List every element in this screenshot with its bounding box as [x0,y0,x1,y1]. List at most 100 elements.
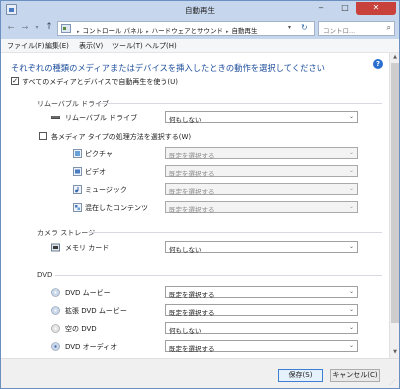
picture-icon [73,149,82,158]
dvd-audio-action-select[interactable]: 既定を選択する ⌄ [165,340,358,353]
chevron-down-icon: ⌄ [348,342,354,349]
scroll-down-arrow-icon[interactable]: ▼ [391,349,399,355]
blank-dvd-label: 空の DVD [65,325,97,333]
breadcrumb: ▸ コントロール パネル ▸ ハードウェアとサウンド ▸ 自動再生 [74,25,258,35]
help-icon[interactable]: ? [373,59,383,69]
chevron-down-icon: ⌄ [348,306,354,313]
select-value: 何もしない [169,326,202,335]
dialog-footer: 保存(S) キャンセル(C) ⋰ [1,358,399,388]
address-toolbar: ← → ▾ ↑ ▸ コントロール パネル ▸ ハードウェアとサウンド ▸ 自動再生 ▾ ↻… [1,18,399,39]
maximize-button[interactable]: □ [334,2,356,15]
chevron-down-icon: ⌄ [348,324,354,331]
memory-card-icon [51,243,60,252]
search-input[interactable]: コントロ... [323,25,355,35]
dvd-section-title: DVD [37,271,53,279]
section-divider [99,103,382,104]
minimize-button[interactable]: ‒ [310,2,332,15]
removable-drive-icon [51,116,60,119]
dvd-movie-disc-icon [51,288,60,297]
enhanced-dvd-action-select[interactable]: 既定を選択する ⌄ [165,304,358,317]
select-value: 既定を選択する [169,169,215,178]
blank-dvd-action-select[interactable]: 何もしない ⌄ [165,322,358,335]
removable-drive-label: リムーバブル ドライブ [65,114,138,122]
resize-grip-icon[interactable]: ⋰ [389,379,395,386]
select-value: 既定を選択する [169,308,215,317]
use-autoplay-label[interactable]: すべてのメディアとデバイスで自動再生を使う(U) [22,77,178,87]
save-button[interactable]: 保存(S) [278,369,323,382]
breadcrumb-separator-icon: ▸ [225,29,229,35]
control-panel-icon [61,24,71,33]
menu-help[interactable]: ヘルプ(H) [145,41,177,51]
video-icon [73,167,82,176]
memory-card-action-select[interactable]: 何もしない ⌄ [165,241,358,254]
autoplay-settings-panel: それぞれの種類のメディアまたはデバイスを挿入したときの動作を選択してください ?… [1,53,389,358]
dvd-movie-action-select[interactable]: 既定を選択する ⌄ [165,286,358,299]
select-value: 既定を選択する [169,151,215,160]
chevron-down-icon: ⌄ [348,149,354,156]
chevron-down-icon: ⌄ [348,113,354,120]
select-value: 既定を選択する [169,344,215,353]
dvd-audio-disc-icon [51,342,60,351]
back-arrow-icon[interactable]: ← [5,22,17,34]
breadcrumb-separator-icon: ▸ [146,29,149,35]
cancel-button[interactable]: キャンセル(C) [330,369,380,382]
address-bar[interactable]: ▸ コントロール パネル ▸ ハードウェアとサウンド ▸ 自動再生 ▾ ↻ [57,21,315,36]
menu-file[interactable]: ファイル(F) [7,41,45,51]
menu-edit[interactable]: 編集(E) [45,41,69,51]
menu-view[interactable]: 表示(V) [79,41,103,51]
blank-dvd-disc-icon [51,324,60,333]
search-icon[interactable]: ⌕ [387,23,391,33]
section-divider [89,232,382,233]
mixed-content-action-select: 既定を選択する ⌄ [165,201,358,214]
refresh-icon[interactable]: ↻ [301,23,308,32]
page-title: それぞれの種類のメディアまたはデバイスを挿入したときの動作を選択してください [11,63,325,73]
enhanced-dvd-label: 拡張 DVD ムービー [65,307,127,315]
dvd-movie-label: DVD ムービー [65,289,111,297]
picture-action-select: 既定を選択する ⌄ [165,147,358,160]
section-divider [55,275,382,276]
camera-storage-section-title: カメラ ストレージ [37,229,96,237]
address-dropdown-chevron-icon[interactable]: ▾ [288,24,291,31]
video-label: ビデオ [85,168,106,176]
title-bar: 自動再生 ‒ □ ✕ [1,1,399,18]
dvd-audio-label: DVD オーディオ [65,343,118,351]
enhanced-dvd-disc-icon [51,306,60,315]
per-media-type-checkbox[interactable] [39,132,47,140]
scroll-up-arrow-icon[interactable]: ▲ [391,54,399,60]
mixed-content-label: 混在したコンテンツ [85,204,148,212]
recent-locations-chevron-icon[interactable]: ▾ [33,22,41,34]
select-value: 既定を選択する [169,205,215,214]
search-box[interactable]: コントロ... ⌕ [318,21,395,36]
menu-tools[interactable]: ツール(T) [112,41,143,51]
chevron-down-icon: ⌄ [348,167,354,174]
breadcrumb-control-panel[interactable]: コントロール パネル [83,27,144,35]
music-label: ミュージック [85,186,127,194]
close-button[interactable]: ✕ [356,2,396,15]
vertical-scrollbar[interactable]: ▲ ▼ [389,53,399,358]
mixed-content-icon [73,203,82,212]
memory-card-label: メモリ カード [65,244,110,252]
music-icon [73,185,82,194]
removable-drive-section-title: リムーバブル ドライブ [37,100,110,108]
video-action-select: 既定を選択する ⌄ [165,165,358,178]
select-value: 既定を選択する [169,290,215,299]
chevron-down-icon: ⌄ [348,203,354,210]
select-value: 既定を選択する [169,187,215,196]
chevron-down-icon: ⌄ [348,243,354,250]
breadcrumb-separator-icon: ▸ [77,29,80,35]
up-arrow-icon[interactable]: ↑ [43,22,55,34]
autoplay-window: 自動再生 ‒ □ ✕ ← → ▾ ↑ ▸ コントロール パネル ▸ ハードウェアとサウ… [0,0,400,389]
removable-drive-action-select[interactable]: 何もしない ⌄ [165,111,358,124]
forward-arrow-icon[interactable]: → [19,22,31,34]
chevron-down-icon: ⌄ [348,288,354,295]
menu-bar: ファイル(F) 編集(E) 表示(V) ツール(T) ヘルプ(H) [1,39,399,53]
use-autoplay-checkbox[interactable]: ✓ [11,77,19,85]
per-media-type-label[interactable]: 各メディア タイプの処理方法を選択する(W) [51,132,191,142]
chevron-down-icon: ⌄ [348,185,354,192]
select-value: 何もしない [169,245,202,254]
music-action-select: 既定を選択する ⌄ [165,183,358,196]
breadcrumb-hardware-sound[interactable]: ハードウェアとサウンド [152,27,223,35]
picture-label: ピクチャ [85,150,113,158]
scrollbar-thumb[interactable] [391,63,399,323]
breadcrumb-autoplay[interactable]: 自動再生 [232,27,258,35]
